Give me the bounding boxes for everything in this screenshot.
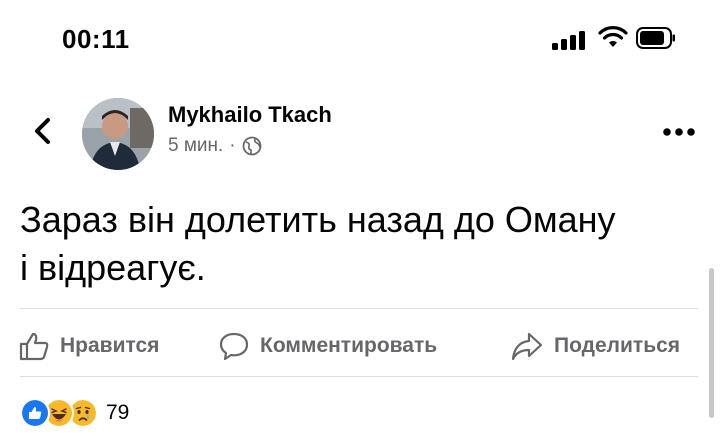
comment-button[interactable]: Комментировать: [218, 328, 437, 364]
wifi-icon: [598, 26, 628, 47]
author-name[interactable]: Mykhailo Tkach: [168, 102, 332, 128]
back-chevron-icon[interactable]: [28, 114, 58, 148]
cellular-signal-icon: [552, 30, 588, 50]
reaction-count: 79: [106, 401, 130, 424]
status-time: 00:11: [62, 24, 130, 54]
share-label: Поделиться: [554, 334, 681, 357]
post-header: Mykhailo Tkach 5 мин. ·: [0, 88, 720, 178]
reactions-summary[interactable]: 79: [20, 396, 129, 430]
post-action-bar: Нравится Комментировать Поделиться: [0, 318, 720, 374]
meta-separator: ·: [229, 135, 236, 156]
divider: [20, 308, 698, 309]
more-options-icon[interactable]: [662, 126, 696, 138]
post-timestamp[interactable]: 5 мин.: [168, 135, 223, 157]
post-meta: 5 мин. ·: [168, 135, 262, 157]
comment-bubble-icon: [219, 332, 249, 361]
status-bar: 00:11: [0, 0, 720, 80]
thumbs-up-icon: [19, 332, 49, 361]
like-button[interactable]: Нравится: [18, 328, 159, 364]
post-text-line: Зараз він долетить назад до Оману: [20, 199, 616, 240]
avatar-photo: [82, 98, 154, 170]
divider: [20, 376, 698, 377]
like-label: Нравится: [60, 334, 160, 357]
like-icon: [20, 398, 50, 428]
battery-icon: [636, 27, 675, 49]
post-body: Зараз він долетить назад до Оману і відр…: [20, 196, 710, 292]
scrollbar[interactable]: [709, 268, 714, 418]
post-text-line: і відреагує.: [20, 247, 206, 288]
share-button[interactable]: Поделиться: [510, 328, 680, 364]
globe-icon: [242, 136, 262, 156]
comment-label: Комментировать: [260, 334, 438, 357]
author-avatar[interactable]: [82, 98, 154, 170]
share-arrow-icon: [511, 332, 543, 361]
